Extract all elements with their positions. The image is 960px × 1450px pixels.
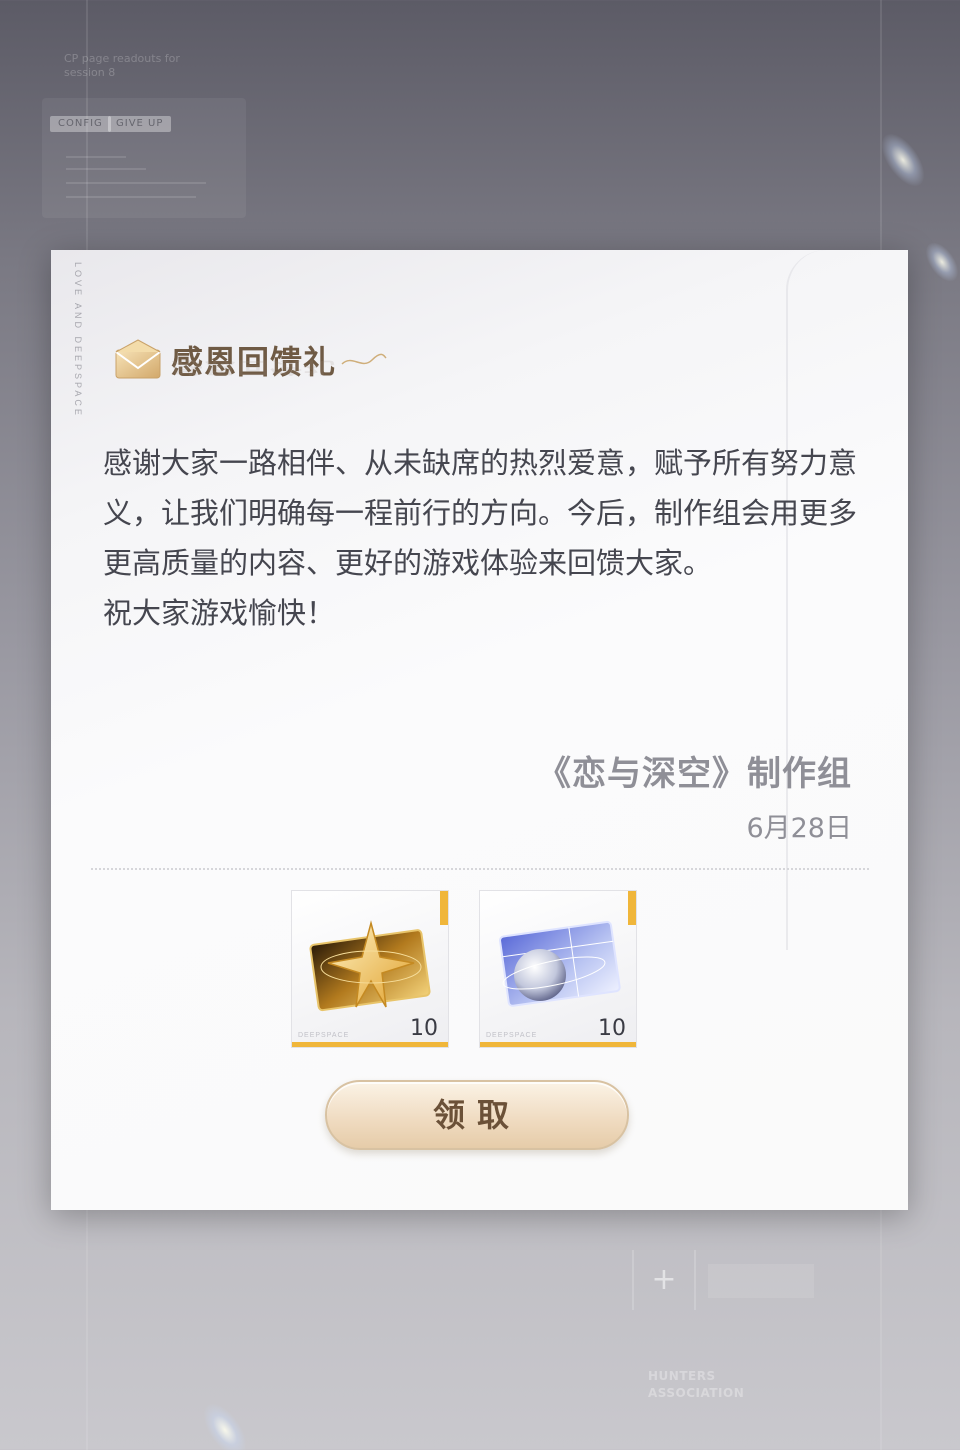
envelope-icon xyxy=(113,338,163,382)
background-text-line xyxy=(66,182,206,184)
background-association-label: HUNTERS ASSOCIATION xyxy=(648,1369,745,1400)
sparkle-decoration xyxy=(195,1396,255,1450)
reward-count: 10 xyxy=(410,1016,438,1041)
divider xyxy=(91,868,869,870)
dialog-message: 感谢大家一路相伴、从未缺席的热烈爱意，赋予所有努力意义，让我们明确每一程前行的方… xyxy=(103,438,863,638)
background-tag-config: CONFIG xyxy=(50,116,111,132)
dialog-side-text: LOVE AND DEEPSPACE xyxy=(73,262,83,418)
message-paragraph: 感谢大家一路相伴、从未缺席的热烈爱意，赋予所有努力意义，让我们明确每一程前行的方… xyxy=(103,446,858,580)
reward-item[interactable]: DEEPSPACE 10 xyxy=(479,890,637,1048)
reward-rarity-bar xyxy=(480,1042,636,1047)
reward-item[interactable]: DEEPSPACE 10 xyxy=(291,890,449,1048)
background-block xyxy=(708,1264,814,1298)
reward-watermark: DEEPSPACE xyxy=(298,1032,350,1039)
golden-star-card-icon xyxy=(306,915,436,1015)
signature: 《恋与深空》制作组 xyxy=(537,754,852,794)
moon-card-icon xyxy=(494,915,624,1015)
reward-rarity-bar xyxy=(292,1042,448,1047)
background-text-line xyxy=(66,168,146,170)
date: 6月28日 xyxy=(746,813,852,844)
message-paragraph: 祝大家游戏愉快！ xyxy=(103,596,336,630)
dialog-title-reflection: 感恩回馈礼 xyxy=(171,358,337,377)
reward-watermark: DEEPSPACE xyxy=(486,1032,538,1039)
background-text-line xyxy=(66,156,126,158)
background-text-line xyxy=(66,196,196,198)
reward-tag xyxy=(628,891,636,925)
background-add-button: + xyxy=(632,1250,696,1310)
claim-button[interactable]: 领取 xyxy=(325,1080,629,1150)
sparkle-decoration xyxy=(919,237,960,287)
reward-count: 10 xyxy=(598,1016,626,1041)
reward-tag xyxy=(440,891,448,925)
gift-dialog: LOVE AND DEEPSPACE 感恩回馈礼 感恩回馈礼 感谢大家一路相伴、… xyxy=(51,250,908,1210)
swash-decoration xyxy=(340,350,388,370)
background-caption: CP page readouts for session 8 xyxy=(64,52,180,79)
background-tag-give-up: GIVE UP xyxy=(108,116,172,132)
sparkle-decoration xyxy=(873,126,933,194)
